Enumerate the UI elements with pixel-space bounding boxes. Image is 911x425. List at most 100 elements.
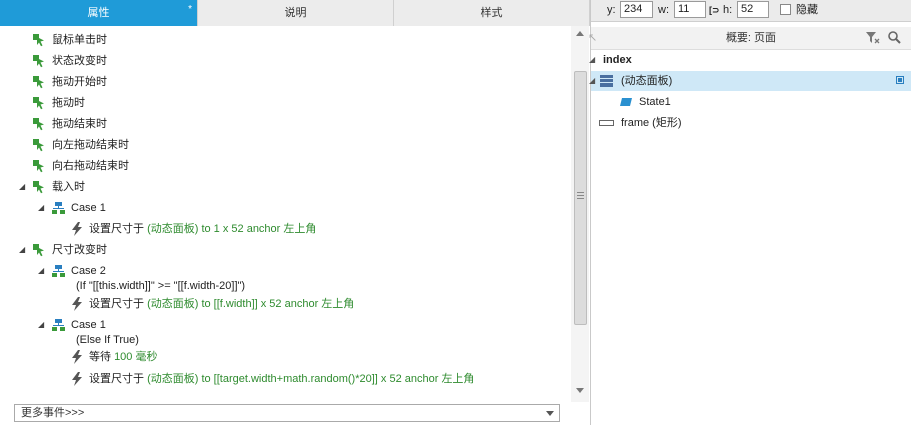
- collapse-triangle-icon[interactable]: ◢: [589, 50, 595, 70]
- dynamic-panel-icon: [600, 75, 613, 87]
- lightning-icon: [72, 222, 82, 237]
- outline-item-state[interactable]: State1: [591, 92, 911, 112]
- more-events-label: 更多事件>>>: [21, 407, 85, 419]
- interaction-tree: 鼠标单击时 状态改变时 拖动开始时 拖动时 拖动结束时 向左拖动结束时 向右拖动…: [0, 26, 570, 402]
- case-item[interactable]: Case 2: [52, 262, 106, 280]
- scroll-thumb[interactable]: [574, 71, 587, 325]
- selection-marker-icon[interactable]: [896, 76, 904, 84]
- event-item[interactable]: 鼠标单击时: [33, 31, 107, 49]
- action-item[interactable]: 设置尺寸于 (动态面板) to 1 x 52 anchor 左上角: [71, 220, 316, 238]
- properties-panel: 属性 * 说明 样式 鼠标单击时 状态改变时 拖动开始时 拖动时 拖动结束时 向…: [0, 0, 591, 425]
- event-cursor-icon: [33, 180, 44, 193]
- tab-style[interactable]: 样式: [394, 0, 590, 26]
- modified-indicator: *: [188, 4, 192, 15]
- search-icon[interactable]: [888, 31, 901, 44]
- scroll-up-icon[interactable]: [576, 31, 584, 36]
- y-input[interactable]: 234: [620, 1, 653, 18]
- case-icon: [52, 201, 65, 214]
- outline-item-label: State1: [639, 96, 671, 108]
- lightning-icon: [72, 297, 82, 312]
- collapse-triangle-icon[interactable]: ◢: [38, 316, 44, 334]
- event-label: 鼠标单击时: [52, 34, 107, 46]
- action-item[interactable]: 设置尺寸于 (动态面板) to [[target.width+math.rand…: [71, 370, 474, 388]
- event-item-onload[interactable]: 载入时: [33, 178, 85, 196]
- tab-properties[interactable]: 属性 *: [0, 0, 198, 26]
- lightning-icon: [72, 350, 82, 365]
- action-target: (动态面板): [147, 298, 199, 310]
- chevron-down-icon: [546, 411, 554, 416]
- tab-properties-label: 属性: [87, 7, 110, 19]
- rectangle-icon: [599, 120, 614, 126]
- page-name: index: [603, 54, 632, 66]
- action-anchor: 左上角: [321, 298, 355, 310]
- event-item-onresize[interactable]: 尺寸改变时: [33, 241, 107, 259]
- event-label: 向左拖动结束时: [52, 139, 129, 151]
- tree-scrollbar[interactable]: [571, 26, 589, 402]
- action-params: to [[f.width]] x 52 anchor: [198, 298, 322, 310]
- state-icon: [620, 98, 632, 106]
- link-aspect-icon[interactable]: [⊃: [709, 0, 720, 21]
- right-panel: y: 234 w: 11 [⊃ h: 52 隐藏 ↖ 概要: 页面 ◢ inde…: [588, 0, 911, 425]
- geometry-toolbar: y: 234 w: 11 [⊃ h: 52 隐藏: [591, 0, 911, 22]
- action-params: to [[target.width+math.random()*20]] x 5…: [198, 373, 442, 385]
- event-item[interactable]: 拖动开始时: [33, 73, 107, 91]
- w-label: w:: [658, 4, 669, 16]
- event-item[interactable]: 拖动结束时: [33, 115, 107, 133]
- w-input[interactable]: 11: [674, 1, 706, 18]
- event-cursor-icon: [33, 243, 44, 256]
- event-item[interactable]: 拖动时: [33, 94, 85, 112]
- event-cursor-icon: [33, 75, 44, 88]
- case-item[interactable]: Case 1: [52, 199, 106, 217]
- case-label: Case 1: [71, 202, 106, 214]
- event-item[interactable]: 向右拖动结束时: [33, 157, 129, 175]
- lightning-icon: [72, 372, 82, 387]
- outline-header: ↖ 概要: 页面: [588, 27, 911, 50]
- event-item[interactable]: 状态改变时: [33, 52, 107, 70]
- event-cursor-icon: [33, 54, 44, 67]
- tab-style-label: 样式: [480, 7, 503, 19]
- case-item[interactable]: Case 1: [52, 316, 106, 334]
- action-anchor: 左上角: [283, 223, 317, 235]
- outline-item-frame[interactable]: frame (矩形): [591, 113, 911, 133]
- action-target: (动态面板): [147, 223, 199, 235]
- tab-notes[interactable]: 说明: [198, 0, 394, 26]
- case-condition: (If "[[this.width]]" >= "[[f.width-20]]"…: [76, 280, 246, 292]
- event-label: 尺寸改变时: [52, 244, 107, 256]
- event-label: 拖动结束时: [52, 118, 107, 130]
- event-label: 向右拖动结束时: [52, 160, 129, 172]
- more-events-select[interactable]: 更多事件>>>: [14, 404, 560, 422]
- event-label: 拖动开始时: [52, 76, 107, 88]
- outline-item-dynamic-panel[interactable]: ◢ (动态面板): [589, 71, 911, 91]
- scroll-down-icon[interactable]: [576, 388, 584, 393]
- action-prefix: 设置尺寸于: [89, 373, 148, 385]
- action-anchor: 左上角: [441, 373, 475, 385]
- y-label: y:: [607, 4, 616, 16]
- outline-page[interactable]: ◢ index: [589, 50, 911, 70]
- collapse-triangle-icon[interactable]: ◢: [589, 71, 595, 91]
- action-params: to 1 x 52 anchor: [198, 223, 284, 235]
- filter-icon[interactable]: [866, 32, 880, 44]
- event-cursor-icon: [33, 138, 44, 151]
- collapse-triangle-icon[interactable]: ◢: [19, 178, 25, 196]
- collapse-triangle-icon[interactable]: ◢: [38, 199, 44, 217]
- hidden-checkbox[interactable]: [780, 4, 791, 15]
- event-cursor-icon: [33, 33, 44, 46]
- collapse-triangle-icon[interactable]: ◢: [38, 262, 44, 280]
- event-cursor-icon: [33, 117, 44, 130]
- case-condition: (Else If True): [76, 334, 139, 346]
- action-item[interactable]: 设置尺寸于 (动态面板) to [[f.width]] x 52 anchor …: [71, 295, 354, 313]
- hidden-label: 隐藏: [796, 4, 818, 16]
- event-cursor-icon: [33, 96, 44, 109]
- tab-notes-label: 说明: [284, 7, 307, 19]
- case-icon: [52, 318, 65, 331]
- action-item-wait[interactable]: 等待 100 毫秒: [71, 348, 157, 366]
- outline-item-label: (动态面板): [621, 75, 673, 87]
- action-prefix: 设置尺寸于: [89, 298, 148, 310]
- h-label: h:: [723, 4, 733, 16]
- collapse-triangle-icon[interactable]: ◢: [19, 241, 25, 259]
- h-input[interactable]: 52: [737, 1, 769, 18]
- event-label: 拖动时: [52, 97, 85, 109]
- panel-tabs: 属性 * 说明 样式: [0, 0, 590, 26]
- event-item[interactable]: 向左拖动结束时: [33, 136, 129, 154]
- wait-value: 100 毫秒: [114, 351, 158, 363]
